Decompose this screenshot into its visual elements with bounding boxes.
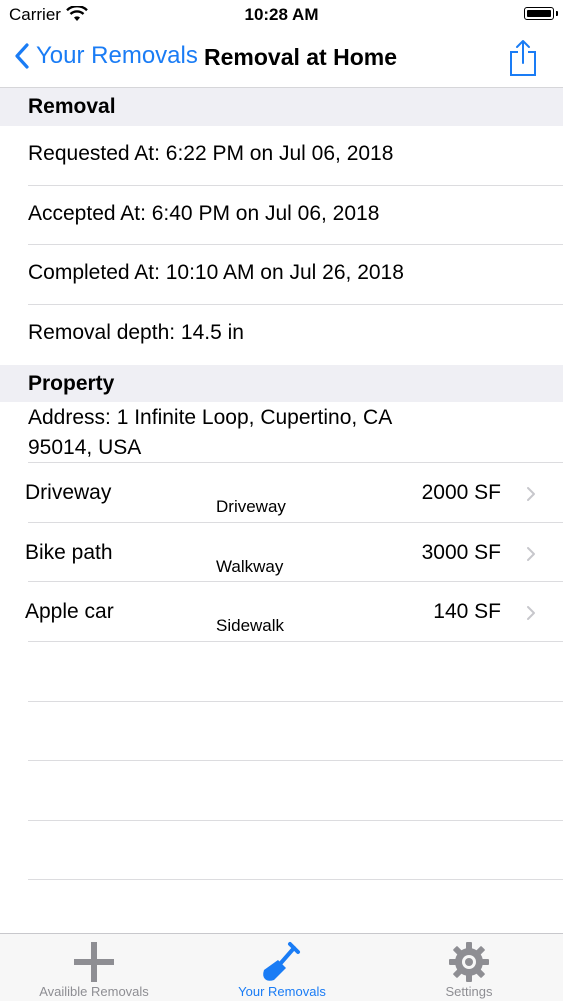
tab-label: Availible Removals: [39, 984, 149, 999]
navigation-bar: Your Removals Removal at Home: [0, 30, 563, 88]
tab-bar: Availible Removals Your Removals Setting…: [0, 933, 563, 1001]
chevron-right-icon: [527, 547, 535, 561]
completed-at-row: Completed At: 10:10 AM on Jul 26, 2018: [0, 245, 563, 304]
chevron-right-icon: [527, 606, 535, 620]
chevron-right-icon: [527, 487, 535, 501]
area-type: Driveway: [216, 497, 286, 516]
completed-at-text: Completed At: 10:10 AM on Jul 26, 2018: [28, 261, 404, 284]
back-button-label: Your Removals: [36, 42, 198, 69]
requested-at-text: Requested At: 6:22 PM on Jul 06, 2018: [28, 142, 394, 165]
area-row-bike-path[interactable]: Bike path Walkway 3000 SF: [0, 523, 563, 583]
tab-settings[interactable]: Settings: [375, 934, 563, 1001]
removal-depth-text: Removal depth: 14.5 in: [28, 321, 244, 344]
tab-availible-removals[interactable]: Availible Removals: [0, 934, 188, 1001]
shovel-icon: [263, 942, 300, 981]
empty-row-separator: [28, 760, 563, 761]
area-size: 2000 SF: [421, 481, 501, 504]
area-row-driveway[interactable]: Driveway Driveway 2000 SF: [0, 463, 563, 523]
page-title: Removal at Home: [204, 44, 398, 70]
section-header-removal: Removal: [0, 88, 563, 126]
empty-row-separator: [28, 820, 563, 821]
tab-label: Settings: [445, 984, 493, 999]
battery-icon: [524, 7, 558, 20]
tab-label: Your Removals: [238, 984, 326, 999]
empty-row-separator: [28, 879, 563, 880]
status-bar: Carrier 10:28 AM: [0, 0, 563, 30]
area-type: Walkway: [216, 557, 284, 576]
requested-at-row: Requested At: 6:22 PM on Jul 06, 2018: [0, 126, 563, 185]
empty-row-separator: [28, 701, 563, 702]
area-size: 3000 SF: [421, 541, 501, 564]
plus-icon: [74, 942, 114, 982]
property-address: Address: 1 Infinite Loop, Cupertino, CA …: [28, 406, 392, 459]
area-row-apple-car[interactable]: Apple car Sidewalk 140 SF: [0, 582, 563, 642]
area-name: Driveway: [25, 481, 112, 504]
area-name: Bike path: [25, 541, 113, 564]
section-header-property: Property: [0, 365, 563, 402]
share-icon: [510, 40, 536, 76]
accepted-at-row: Accepted At: 6:40 PM on Jul 06, 2018: [0, 186, 563, 245]
accepted-at-text: Accepted At: 6:40 PM on Jul 06, 2018: [28, 202, 380, 225]
area-type: Sidewalk: [216, 616, 285, 635]
back-button[interactable]: Your Removals: [14, 42, 198, 70]
share-button[interactable]: [509, 39, 537, 82]
row-separator: [28, 641, 563, 642]
chevron-left-icon: [15, 43, 29, 69]
removal-depth-row: Removal depth: 14.5 in: [0, 305, 563, 364]
gear-icon: [449, 942, 489, 982]
area-size: 140 SF: [433, 600, 501, 623]
tab-your-removals[interactable]: Your Removals: [188, 934, 376, 1001]
area-name: Apple car: [25, 600, 114, 623]
clock: 10:28 AM: [244, 5, 319, 24]
